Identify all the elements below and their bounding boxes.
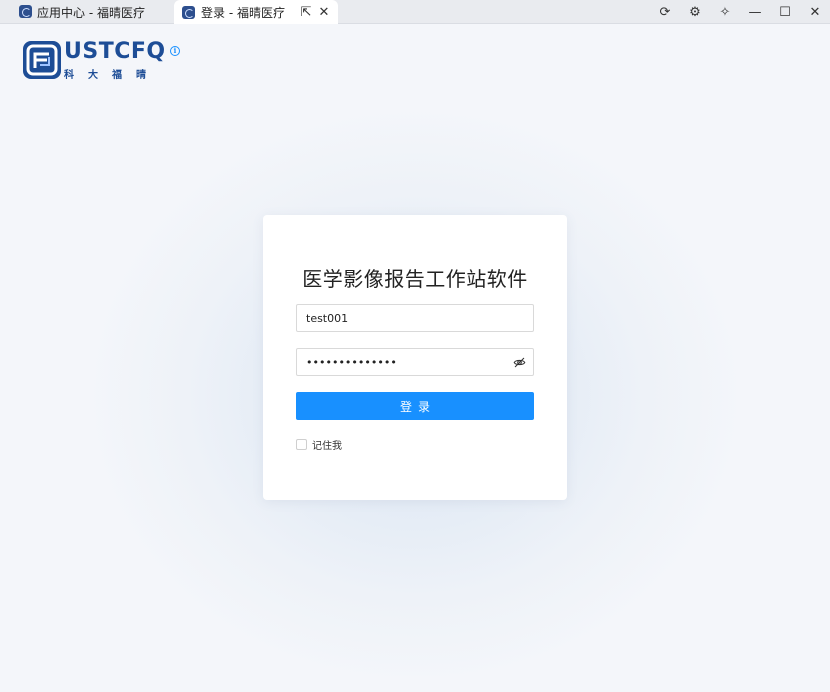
- app-favicon-icon: [19, 5, 32, 18]
- brand-subtitle: 科大福晴: [64, 70, 160, 81]
- pin-icon[interactable]: ✧: [710, 0, 740, 24]
- window-controls: ⟳ ⚙ ✧ — ☐ ✕: [650, 0, 830, 24]
- refresh-icon[interactable]: ⟳: [650, 0, 680, 24]
- username-input[interactable]: [297, 305, 533, 331]
- tab-label: 登录 - 福晴医疗: [201, 5, 285, 20]
- login-button[interactable]: 登录: [296, 392, 534, 420]
- tab-login[interactable]: 登录 - 福晴医疗 ⇱ ✕: [174, 0, 338, 24]
- minimize-icon[interactable]: —: [740, 0, 770, 24]
- password-input[interactable]: [297, 349, 533, 375]
- password-field[interactable]: [296, 348, 534, 376]
- tab-actions: ⇱ ✕: [298, 3, 332, 21]
- brand-name: USTCFQ: [64, 39, 166, 64]
- remember-me[interactable]: 记住我: [296, 437, 342, 452]
- page-title: 医学影像报告工作站软件: [302, 267, 528, 291]
- close-window-icon[interactable]: ✕: [800, 0, 830, 24]
- remember-label: 记住我: [312, 441, 342, 452]
- remember-checkbox[interactable]: [296, 439, 307, 450]
- maximize-icon[interactable]: ☐: [770, 0, 800, 24]
- login-card: 医学影像报告工作站软件 登录 记住我: [263, 215, 567, 500]
- eye-off-icon[interactable]: [513, 356, 526, 369]
- settings-gear-icon[interactable]: ⚙: [680, 0, 710, 24]
- info-icon[interactable]: i: [170, 46, 180, 56]
- open-external-icon[interactable]: ⇱: [298, 3, 314, 21]
- username-field[interactable]: [296, 304, 534, 332]
- tab-label: 应用中心 - 福晴医疗: [37, 6, 145, 20]
- title-bar: 应用中心 - 福晴医疗 登录 - 福晴医疗 ⇱ ✕ ⟳ ⚙ ✧ — ☐ ✕: [0, 0, 830, 24]
- app-favicon-icon: [182, 5, 195, 19]
- logo-mark-icon: [23, 41, 61, 79]
- tab-app-center[interactable]: 应用中心 - 福晴医疗: [0, 0, 172, 24]
- close-tab-icon[interactable]: ✕: [316, 3, 332, 21]
